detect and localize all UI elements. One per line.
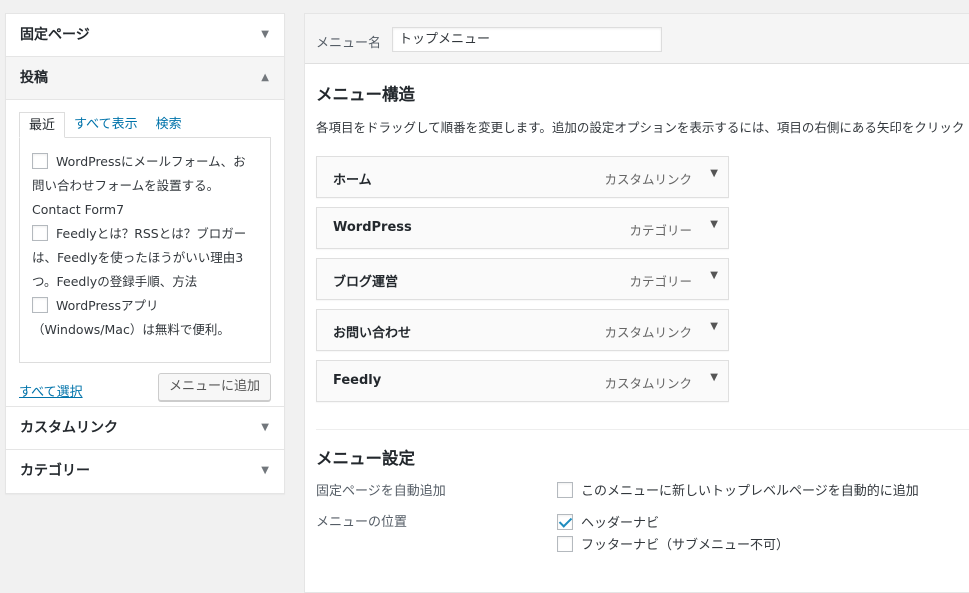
menu-item-contact[interactable]: お問い合わせ カスタムリンク ▼ (316, 309, 729, 351)
tab-recent[interactable]: 最近 (19, 112, 66, 138)
auto-add-checkbox[interactable] (557, 482, 573, 498)
menu-location-label: メニューの位置 (316, 515, 408, 530)
accordion-pages-header[interactable]: 固定ページ ▼ (6, 14, 284, 57)
menu-structure-description: 各項目をドラッグして順番を変更します。追加の設定オプションを表示するには、項目の… (316, 120, 965, 135)
add-menu-items-panel: 固定ページ ▼ 投稿 ▲ 最近 すべて表示 検索 WordPressにメールフォ… (5, 13, 285, 494)
menu-item-type: カスタムリンク (604, 376, 692, 391)
menu-item-type: カスタムリンク (604, 325, 692, 340)
post-checkbox[interactable] (32, 153, 48, 169)
menu-item-feedly[interactable]: Feedly カスタムリンク ▼ (316, 360, 729, 402)
menu-item-title: お問い合わせ (333, 326, 412, 341)
menu-structure-title: メニュー構造 (316, 85, 415, 104)
triangle-down-icon: ▼ (261, 465, 269, 476)
menu-item-title: ブログ運営 (333, 275, 399, 290)
accordion-posts-title: 投稿 (20, 70, 48, 86)
select-all-link[interactable]: すべて選択 (19, 381, 83, 400)
menu-name-label: メニュー名 (316, 36, 382, 51)
menu-item-type: カスタムリンク (604, 172, 692, 187)
menu-item-blog[interactable]: ブログ運営 カテゴリー ▼ (316, 258, 729, 300)
accordion-custom-links-title: カスタムリンク (20, 420, 118, 436)
menu-settings-title: メニュー設定 (316, 449, 415, 468)
triangle-down-icon: ▼ (261, 422, 269, 433)
footer-nav-label: フッターナビ（サブメニュー不可） (581, 538, 790, 553)
auto-add-option-label: このメニューに新しいトップレベルページを自動的に追加 (581, 484, 919, 499)
accordion-pages-title: 固定ページ (20, 27, 90, 43)
recent-posts-list[interactable]: WordPressにメールフォーム、お 問い合わせフォームを設置する。 Cont… (19, 137, 271, 363)
tab-view-all[interactable]: すべて表示 (65, 112, 147, 138)
post-title-line: Feedlyとは？RSSとは？ブロガー (56, 226, 247, 241)
list-item: WordPressアプリ （Windows/Mac）は無料で便利。 (32, 294, 258, 342)
triangle-down-icon: ▼ (261, 29, 269, 40)
post-title-line: は、Feedlyを使ったほうがいい理由3 (32, 250, 244, 265)
menu-item-type: カテゴリー (629, 223, 692, 238)
menu-item-title: ホーム (333, 173, 372, 188)
accordion-posts-body: 最近 すべて表示 検索 WordPressにメールフォーム、お 問い合わせフォー… (6, 100, 284, 407)
location-footer-nav[interactable]: フッターナビ（サブメニュー不可） (557, 534, 789, 553)
auto-add-label: 固定ページを自動追加 (316, 484, 446, 499)
accordion-pages: 固定ページ ▼ 投稿 ▲ 最近 すべて表示 検索 WordPressにメールフォ… (5, 13, 285, 494)
post-title-line: 問い合わせフォームを設置する。 (32, 178, 220, 193)
list-item: Feedlyとは？RSSとは？ブロガー は、Feedlyを使ったほうがいい理由3… (32, 222, 258, 294)
triangle-down-icon[interactable]: ▼ (710, 372, 718, 383)
triangle-down-icon[interactable]: ▼ (710, 168, 718, 179)
menu-item-title: WordPress (333, 220, 412, 235)
menu-item-type: カテゴリー (629, 274, 692, 289)
location-header-nav[interactable]: ヘッダーナビ (557, 512, 659, 531)
add-to-menu-button[interactable]: メニューに追加 (157, 373, 271, 401)
header-nav-label: ヘッダーナビ (581, 516, 660, 531)
auto-add-option[interactable]: このメニューに新しいトップレベルページを自動的に追加 (557, 480, 919, 499)
post-title-line: （Windows/Mac）は無料で便利。 (32, 322, 230, 337)
accordion-posts-header[interactable]: 投稿 ▲ (6, 57, 284, 100)
triangle-down-icon[interactable]: ▼ (710, 219, 718, 230)
accordion-categories-title: カテゴリー (20, 463, 90, 479)
post-title-line: WordPressにメールフォーム、お (56, 154, 246, 169)
header-nav-checkbox[interactable] (557, 514, 573, 530)
posts-tabs: 最近 すべて表示 検索 (19, 112, 271, 138)
menu-header: メニュー名 トップメニュー (305, 14, 969, 64)
menu-item-wordpress[interactable]: WordPress カテゴリー ▼ (316, 207, 729, 249)
footer-nav-checkbox[interactable] (557, 536, 573, 552)
post-checkbox[interactable] (32, 225, 48, 241)
triangle-down-icon[interactable]: ▼ (710, 321, 718, 332)
post-title-line: Contact Form7 (32, 202, 125, 217)
menu-item-title: Feedly (333, 373, 382, 388)
triangle-up-icon: ▲ (261, 72, 269, 83)
list-item: WordPressにメールフォーム、お 問い合わせフォームを設置する。 Cont… (32, 150, 258, 222)
post-title-line: つ。Feedlyの登録手順、方法 (32, 274, 198, 289)
divider (316, 429, 969, 430)
accordion-custom-links-header[interactable]: カスタムリンク ▼ (6, 407, 284, 450)
menu-name-input[interactable]: トップメニュー (392, 27, 662, 52)
triangle-down-icon[interactable]: ▼ (710, 270, 718, 281)
tab-search[interactable]: 検索 (147, 112, 191, 138)
post-title-line: WordPressアプリ (56, 298, 159, 313)
menu-item-home[interactable]: ホーム カスタムリンク ▼ (316, 156, 729, 198)
post-checkbox[interactable] (32, 297, 48, 313)
accordion-categories-header[interactable]: カテゴリー ▼ (6, 450, 284, 493)
menu-management-panel: メニュー名 トップメニュー メニュー構造 各項目をドラッグして順番を変更します。… (304, 13, 969, 593)
